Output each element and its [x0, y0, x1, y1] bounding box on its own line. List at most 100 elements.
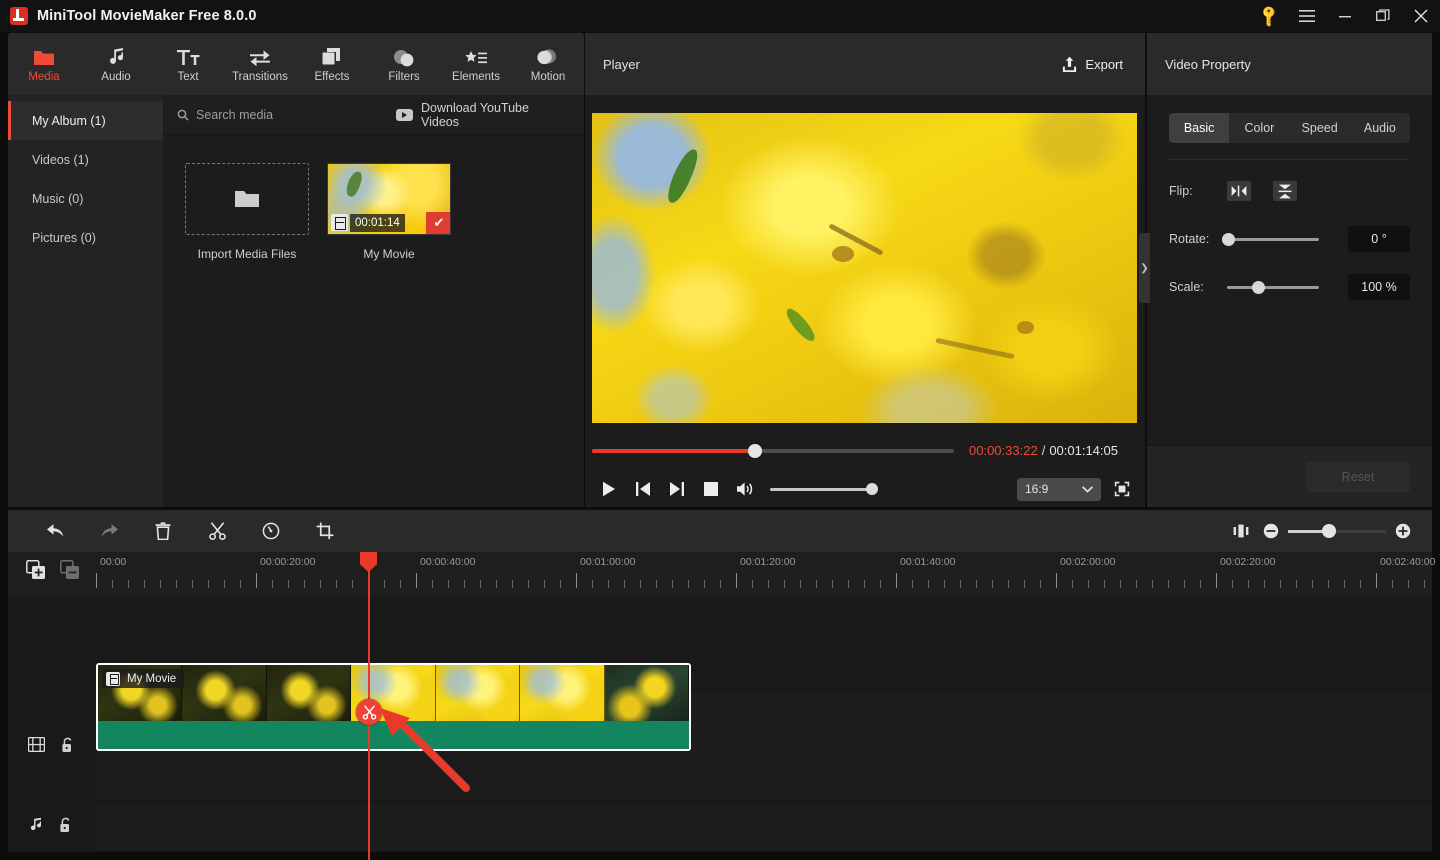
youtube-download-icon [396, 108, 413, 121]
timeline-ruler[interactable]: 00:00 00:00:20:00 00:00:40:00 00:01:00:00 00… [8, 552, 1435, 596]
ribbon-tab-elements[interactable]: Elements [440, 33, 512, 95]
zoom-in-button[interactable] [1388, 516, 1418, 546]
album-list: My Album (1) Videos (1) Music (0) Pictur… [8, 95, 163, 507]
maximize-button[interactable] [1364, 0, 1402, 32]
speed-button[interactable] [252, 516, 290, 546]
aspect-ratio-select[interactable]: 16:9 [1017, 477, 1101, 501]
ribbon-tab-transitions[interactable]: Transitions [224, 33, 296, 95]
export-button[interactable]: Export [1056, 51, 1129, 77]
media-duration: 00:01:14 [350, 214, 405, 232]
import-media-tile[interactable]: Import Media Files [185, 163, 309, 261]
rotate-label: Rotate: [1169, 232, 1210, 246]
fit-to-timeline-button[interactable] [1226, 516, 1256, 546]
ribbon-tab-audio[interactable]: Audio [80, 33, 152, 95]
music-note-icon [28, 817, 43, 837]
delete-button[interactable] [144, 516, 182, 546]
ribbon-tab-filters[interactable]: Filters [368, 33, 440, 95]
transitions-icon [248, 45, 272, 67]
ruler-label: 00:02:00:00 [1060, 556, 1116, 568]
audio-track-lane[interactable] [96, 802, 1432, 852]
add-track-button[interactable] [26, 560, 46, 580]
search-media-box[interactable] [177, 107, 396, 122]
album-item-my-album[interactable]: My Album (1) [8, 101, 163, 140]
flip-horizontal-button[interactable] [1227, 181, 1251, 201]
scale-value[interactable]: 100 % [1348, 274, 1410, 300]
import-dropzone[interactable] [185, 163, 309, 235]
zoom-handle[interactable] [1322, 524, 1337, 538]
ruler-tick [656, 580, 657, 588]
close-icon [1414, 9, 1428, 23]
scale-slider[interactable] [1227, 280, 1319, 294]
ruler-tick [448, 580, 449, 588]
volume-slider[interactable] [770, 483, 878, 495]
play-button[interactable] [592, 474, 626, 504]
previous-frame-button[interactable] [626, 474, 660, 504]
elements-icon [464, 45, 488, 67]
minimize-button[interactable] [1326, 0, 1364, 32]
timeline-zoom-slider[interactable] [1288, 524, 1386, 538]
album-item-videos[interactable]: Videos (1) [8, 140, 163, 179]
close-button[interactable] [1402, 0, 1440, 32]
trash-icon [155, 522, 171, 540]
album-item-pictures[interactable]: Pictures (0) [8, 218, 163, 257]
flip-vertical-button[interactable] [1273, 181, 1297, 201]
tab-speed[interactable]: Speed [1290, 113, 1350, 143]
rotate-value[interactable]: 0 ° [1348, 226, 1410, 252]
crop-button[interactable] [306, 516, 344, 546]
download-youtube-button[interactable]: Download YouTube Videos [396, 101, 566, 129]
redo-button[interactable] [90, 516, 128, 546]
ruler-tick [352, 580, 353, 588]
ribbon-tab-media[interactable]: Media [8, 33, 80, 95]
rotate-slider[interactable] [1222, 232, 1319, 246]
unlock-icon[interactable] [61, 737, 75, 758]
player-progress-row: 00:00:33:22 / 00:01:14:05 [592, 443, 1137, 458]
flip-label: Flip: [1169, 184, 1193, 198]
app-window: MiniTool MovieMaker Free 8.0.0 🔑 Media A… [0, 0, 1440, 860]
ruler-tick [1088, 580, 1089, 588]
remove-track-button[interactable] [60, 560, 80, 580]
volume-handle[interactable] [866, 483, 878, 495]
ribbon-tab-text[interactable]: Text [152, 33, 224, 95]
unlock-icon[interactable] [59, 817, 73, 838]
ruler-tick [144, 580, 145, 588]
stop-button[interactable] [694, 474, 728, 504]
split-clip-button[interactable] [198, 516, 236, 546]
next-frame-button[interactable] [660, 474, 694, 504]
app-logo-icon [10, 7, 28, 25]
tab-basic[interactable]: Basic [1169, 113, 1230, 143]
video-preview[interactable] [592, 113, 1137, 423]
tab-color[interactable]: Color [1229, 113, 1289, 143]
film-strip-icon [27, 736, 46, 757]
ruler-tick [1328, 580, 1329, 588]
scale-handle[interactable] [1251, 280, 1265, 294]
undo-button[interactable] [36, 516, 74, 546]
progress-slider[interactable] [592, 443, 954, 458]
media-item[interactable]: 00:01:14 ✔ My Movie [327, 163, 451, 261]
volume-button[interactable] [728, 474, 762, 504]
remove-track-icon [60, 560, 79, 579]
fullscreen-button[interactable] [1107, 474, 1137, 504]
rotate-row: Rotate: 0 ° [1169, 222, 1410, 256]
album-item-music[interactable]: Music (0) [8, 179, 163, 218]
zoom-out-button[interactable] [1256, 516, 1286, 546]
ruler-tick [960, 580, 961, 588]
ruler-tick [1360, 580, 1361, 588]
media-thumbnail[interactable]: 00:01:14 ✔ [327, 163, 451, 235]
progress-handle[interactable] [747, 443, 762, 458]
ribbon-tab-motion[interactable]: Motion [512, 33, 584, 95]
check-icon[interactable]: ✔ [426, 212, 450, 234]
film-strip-icon [331, 214, 348, 231]
main-menu-button[interactable] [1288, 0, 1326, 32]
add-track-icon [26, 560, 45, 579]
ribbon-tab-effects[interactable]: Effects [296, 33, 368, 95]
flip-row: Flip: [1169, 174, 1410, 208]
preview-leaf [663, 146, 701, 207]
key-icon: 🔑 [1256, 3, 1282, 29]
rotate-handle[interactable] [1222, 232, 1236, 246]
search-input[interactable] [196, 107, 396, 122]
panel-collapse-button[interactable]: ❯ [1139, 233, 1150, 303]
ruler-tick [1200, 580, 1201, 588]
activate-key-button[interactable]: 🔑 [1250, 0, 1288, 32]
ruler-tick [816, 580, 817, 588]
tab-audio[interactable]: Audio [1350, 113, 1410, 143]
